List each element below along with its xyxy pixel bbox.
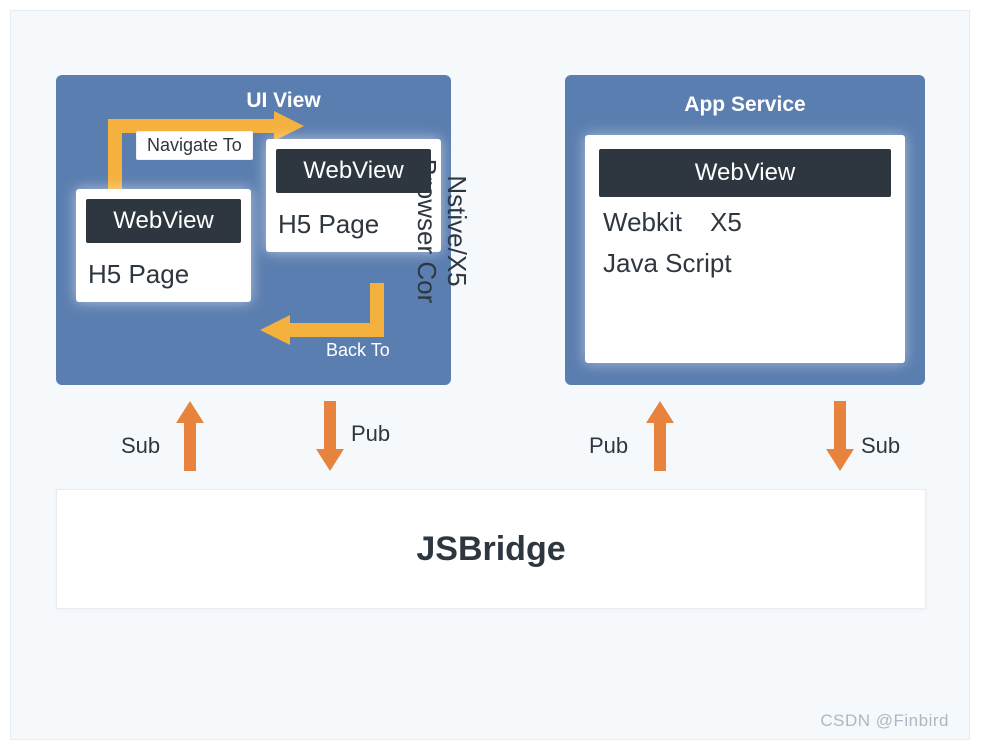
tech-x5: X5 — [710, 207, 742, 238]
uiview-panel: UI View Navigate To WebView H5 Page — [56, 75, 451, 385]
jsbridge-label: JSBridge — [416, 530, 565, 569]
arrow-appservice-pub — [646, 401, 674, 471]
back-to-label: Back To — [316, 337, 400, 364]
tech-webkit: Webkit — [603, 207, 682, 238]
tech-line-2: Java Script — [599, 248, 891, 279]
tech-javascript: Java Script — [603, 248, 732, 279]
appservice-title: App Service — [565, 75, 925, 117]
tech-line-1: Webkit X5 — [599, 207, 891, 238]
arrow-uiview-sub — [176, 401, 204, 471]
label-uiview-sub: Sub — [121, 433, 160, 459]
label-uiview-pub: Pub — [351, 421, 390, 447]
page-body-label: H5 Page — [276, 201, 431, 244]
browser-core-label: Nstive/X5 Browser Cor — [412, 101, 472, 361]
page-body-label: H5 Page — [86, 251, 241, 294]
diagram-canvas: UI View Navigate To WebView H5 Page — [10, 10, 970, 740]
jsbridge-box: JSBridge — [56, 489, 926, 609]
watermark: CSDN @Finbird — [820, 711, 949, 731]
browser-core-line1: Nstive/X5 — [442, 175, 472, 286]
label-appservice-pub: Pub — [589, 433, 628, 459]
webview-bar: WebView — [599, 149, 891, 197]
browser-core-line2: Browser Cor — [412, 159, 442, 303]
arrow-uiview-pub — [316, 401, 344, 471]
uiview-page-a: WebView H5 Page — [76, 189, 251, 302]
uiview-title: UI View — [116, 75, 451, 113]
appservice-card: WebView Webkit X5 Java Script — [585, 135, 905, 363]
webview-bar: WebView — [86, 199, 241, 243]
webview-bar: WebView — [276, 149, 431, 193]
navigate-to-label: Navigate To — [136, 131, 253, 160]
appservice-panel: App Service WebView Webkit X5 Java Scrip… — [565, 75, 925, 385]
label-appservice-sub: Sub — [861, 433, 900, 459]
arrow-appservice-sub — [826, 401, 854, 471]
